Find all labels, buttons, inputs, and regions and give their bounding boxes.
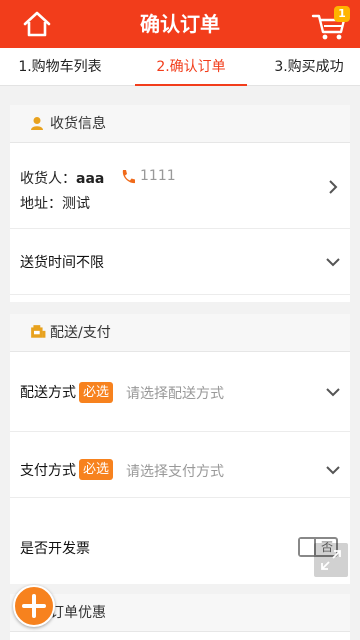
delivery-method-placeholder: 请选择配送方式 [126, 386, 224, 402]
section-title: 收货信息 [50, 116, 106, 132]
section-title: 配送/支付 [50, 325, 111, 341]
chevron-down-icon [326, 466, 340, 475]
step-purchase-success: 3.购买成功 [274, 59, 344, 75]
chevron-down-icon [326, 258, 340, 267]
receiver-phone: 1111 [140, 168, 176, 184]
payment-method-row[interactable]: 支付方式 必选 请选择支付方式 [10, 432, 350, 498]
delivery-time-row[interactable]: 送货时间不限 [10, 229, 350, 295]
floating-add-button[interactable] [13, 585, 55, 627]
invoice-row: 是否开发票 否 [10, 498, 350, 574]
order-steps: 1.购物车列表 2.确认订单 3.购买成功 [0, 48, 360, 86]
receiver-label: 收货人： [20, 171, 76, 187]
shipping-info-card: 收货信息 收货人：aaa 1111 地址：测试 送货时间不限 [10, 105, 350, 302]
cart-button[interactable]: 1 [310, 6, 350, 42]
invoice-label: 是否开发票 [20, 541, 90, 557]
chevron-right-icon [329, 180, 338, 194]
step-confirm-order: 2.确认订单 [135, 48, 247, 86]
receiver-name: aaa [76, 171, 105, 187]
chevron-down-icon [326, 388, 340, 397]
delivery-icon [31, 325, 46, 338]
cart-count-badge: 1 [334, 6, 350, 22]
delivery-time-label: 送货时间不限 [20, 255, 104, 271]
required-badge: 必选 [79, 459, 114, 480]
delivery-method-row[interactable]: 配送方式 必选 请选择配送方式 [10, 352, 350, 432]
page-title: 确认订单 [140, 12, 220, 36]
phone-icon [122, 170, 135, 184]
order-discount-header: 订单优惠 [10, 594, 350, 632]
payment-method-label: 支付方式 [20, 463, 76, 479]
address-label: 地址： [20, 196, 62, 212]
fullscreen-button[interactable] [314, 543, 348, 577]
delivery-method-label: 配送方式 [20, 385, 76, 401]
step-cart-list: 1.购物车列表 [18, 59, 102, 75]
order-discount-card: 订单优惠 [10, 594, 350, 640]
shipping-info-header: 收货信息 [10, 105, 350, 143]
receiver-row[interactable]: 收货人：aaa 1111 地址：测试 [10, 143, 350, 229]
top-bar: 确认订单 1 [0, 0, 360, 48]
payment-method-placeholder: 请选择支付方式 [126, 464, 224, 480]
delivery-payment-header: 配送/支付 [10, 314, 350, 352]
section-title: 订单优惠 [50, 605, 106, 621]
plus-icon [22, 594, 46, 618]
delivery-payment-card: 配送/支付 配送方式 必选 请选择配送方式 支付方式 必选 请选择支付方式 是否… [10, 314, 350, 584]
required-badge: 必选 [79, 382, 114, 403]
address-value: 测试 [62, 196, 90, 212]
person-icon [31, 117, 43, 130]
expand-icon [321, 550, 341, 570]
